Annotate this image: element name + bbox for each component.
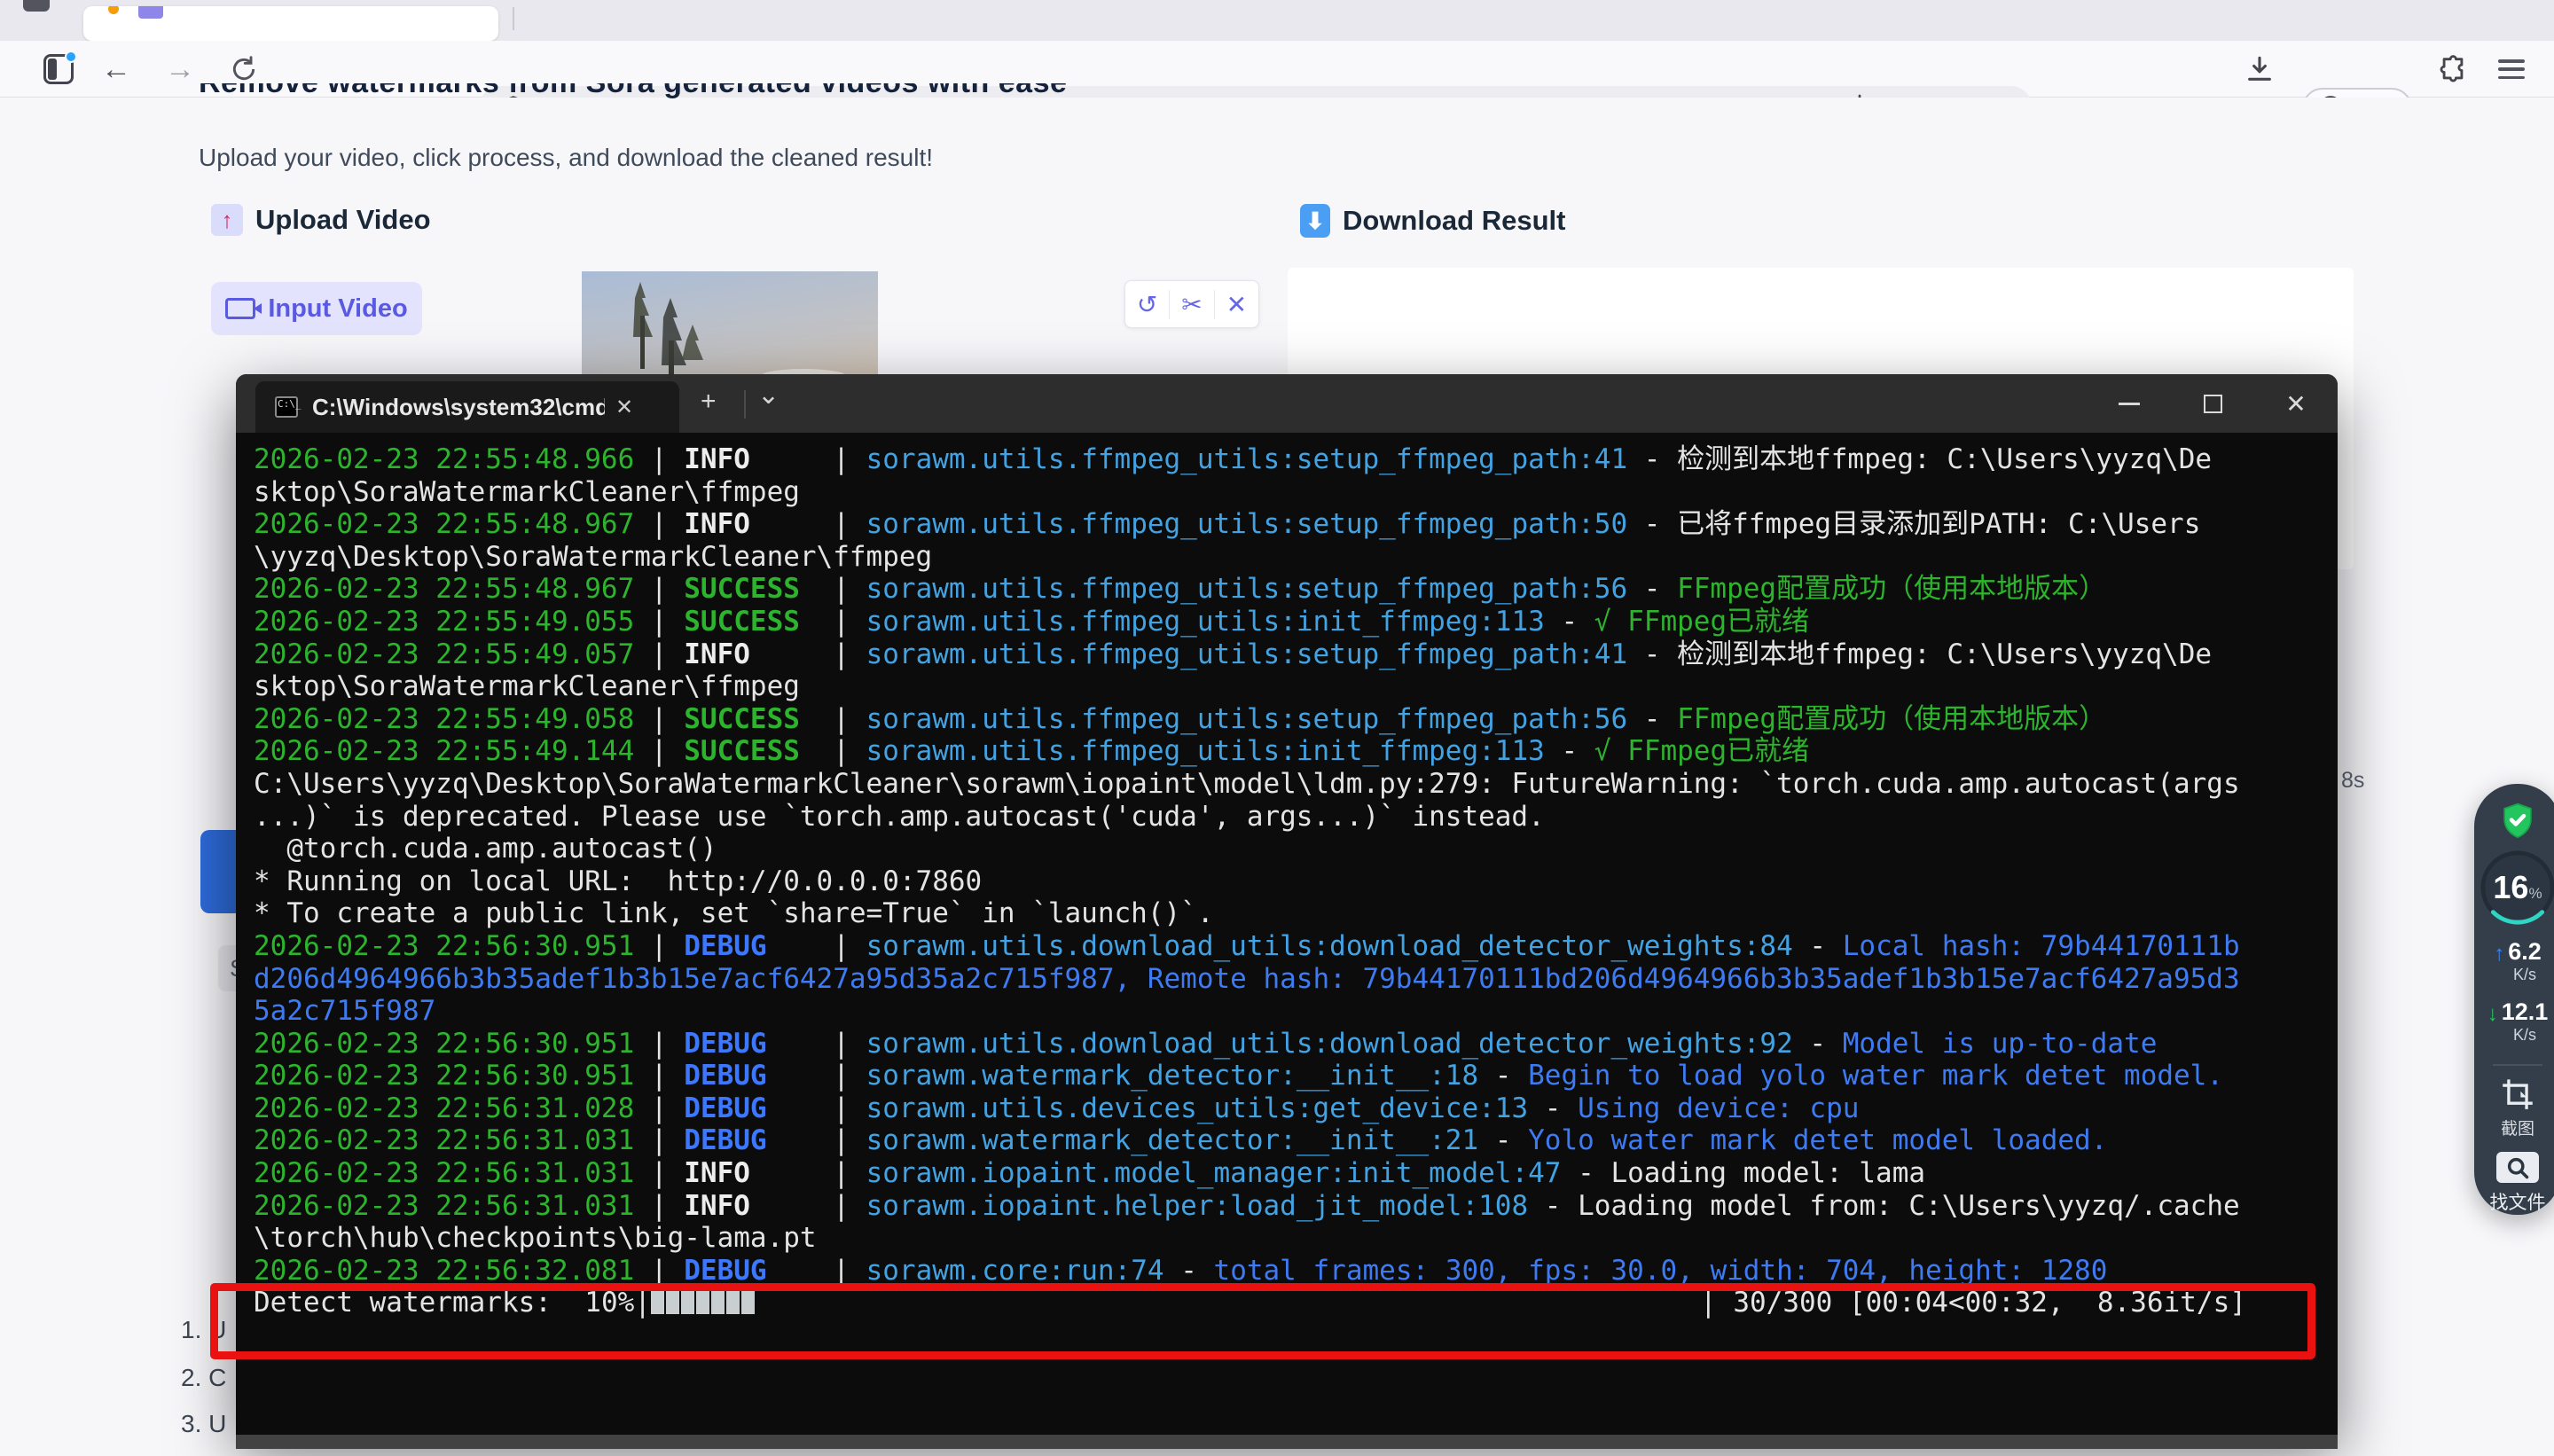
tab-favicon-dot [108, 6, 119, 14]
video-edit-toolbar: ↺ ✂ ✕ [1124, 280, 1259, 328]
highlight-box [210, 1283, 2315, 1359]
close-button[interactable]: ✕ [2254, 374, 2338, 433]
terminal-line: @torch.cuda.amp.autocast() [254, 833, 2240, 865]
terminal-line: 2026-02-23 22:55:48.967 | INFO | sorawm.… [254, 508, 2240, 541]
battery-percent: 16 [2493, 869, 2528, 905]
terminal-line: 2026-02-23 22:56:31.031 | INFO | sorawm.… [254, 1157, 2240, 1190]
terminal-line: 2026-02-23 22:56:31.031 | INFO | sorawm.… [254, 1190, 2240, 1223]
trim-button[interactable]: ✂ [1169, 290, 1213, 319]
find-file-button[interactable] [2496, 1152, 2539, 1183]
terminal-line: * Running on local URL: http://0.0.0.0:7… [254, 865, 2240, 898]
instruction-item-3: 3. U [181, 1410, 226, 1438]
window-corner-fragment [23, 0, 50, 12]
browser-tab-strip [0, 0, 2554, 41]
screenshot-label: 截图 [2501, 1115, 2534, 1139]
terminal-line: 2026-02-23 22:56:30.951 | DEBUG | sorawm… [254, 1028, 2240, 1061]
security-shield-icon [2496, 802, 2539, 839]
maximize-icon [2204, 395, 2222, 413]
back-button[interactable]: ← [85, 41, 147, 98]
page-subtitle: Upload your video, click process, and do… [199, 144, 933, 172]
clear-video-button[interactable]: ✕ [1214, 290, 1258, 319]
minimize-icon [2119, 403, 2140, 405]
tab-separator [513, 7, 514, 30]
terminal-window: C:\_ C:\Windows\system32\cmd.ex ✕ + ⌄ ✕ … [236, 374, 2338, 1435]
hamburger-icon [2498, 59, 2525, 79]
terminal-line: 2026-02-23 22:55:48.966 | INFO | sorawm.… [254, 443, 2240, 476]
terminal-line: ...)` is deprecated. Please use `torch.a… [254, 801, 2240, 834]
terminal-line: * To create a public link, set `share=Tr… [254, 897, 2240, 930]
downloads-button[interactable] [2231, 41, 2288, 98]
puzzle-icon [2438, 54, 2468, 84]
undo-button[interactable]: ↺ [1125, 290, 1169, 319]
find-file-label: 找文件 [2490, 1188, 2546, 1215]
upload-emoji-icon: ↑ [211, 204, 243, 236]
titlebar-separator [744, 390, 746, 419]
terminal-line: 2026-02-23 22:56:31.028 | DEBUG | sorawm… [254, 1092, 2240, 1125]
terminal-line: 5a2c715f987 [254, 995, 2240, 1028]
assistant-widget[interactable]: 16% ↑ 6.2K/s ↓ 12.1K/s 截图 找文件 [2474, 784, 2554, 1215]
new-tab-button[interactable]: + [701, 387, 717, 417]
sidebar-toggle-button[interactable] [32, 41, 85, 98]
down-arrow-icon: ↓ [2487, 1002, 2498, 1027]
terminal-line: 2026-02-23 22:55:49.144 | SUCCESS | sora… [254, 735, 2240, 768]
video-camera-icon [225, 298, 255, 319]
screenshot-crop-icon[interactable] [2497, 1076, 2538, 1112]
extensions-button[interactable] [2426, 41, 2480, 98]
download-icon [2245, 54, 2275, 84]
cmd-icon: C:\_ [275, 396, 298, 418]
page-title: Remove watermarks from Sora generated vi… [199, 83, 1263, 103]
terminal-line: 2026-02-23 22:56:30.951 | DEBUG | sorawm… [254, 930, 2240, 963]
back-icon: ← [101, 54, 131, 84]
terminal-line: 2026-02-23 22:55:49.058 | SUCCESS | sora… [254, 703, 2240, 736]
browser-tab[interactable] [83, 6, 498, 41]
reload-icon [230, 55, 258, 83]
terminal-line: \torch\hub\checkpoints\big-lama.pt [254, 1222, 2240, 1255]
terminal-line: d206d4964966b3b35adef1b3b15e7acf6427a95d… [254, 963, 2240, 996]
notification-dot [65, 51, 77, 63]
tab-dropdown-button[interactable]: ⌄ [757, 380, 780, 411]
terminal-line: \yyzq\Desktop\SoraWatermarkCleaner\ffmpe… [254, 541, 2240, 574]
minimize-button[interactable] [2088, 374, 2171, 433]
input-video-label: Input Video [211, 282, 422, 335]
instruction-item-2: 2. C [181, 1364, 226, 1392]
terminal-line: 2026-02-23 22:55:49.057 | INFO | sorawm.… [254, 638, 2240, 671]
terminal-titlebar[interactable]: C:\_ C:\Windows\system32\cmd.ex ✕ + ⌄ ✕ [236, 374, 2338, 433]
magnifier-icon [2505, 1155, 2530, 1180]
terminal-line: C:\Users\yyzq\Desktop\SoraWatermarkClean… [254, 768, 2240, 801]
sidebar-icon [43, 54, 74, 84]
terminal-bottom-edge [236, 1435, 2338, 1449]
terminal-line: 2026-02-23 22:56:32.081 | DEBUG | sorawm… [254, 1255, 2240, 1288]
terminal-output: 2026-02-23 22:55:48.966 | INFO | sorawm.… [254, 443, 2240, 1319]
terminal-line: 2026-02-23 22:55:48.967 | SUCCESS | sora… [254, 573, 2240, 606]
upload-section-title: ↑ Upload Video [211, 204, 431, 236]
download-emoji-icon: ⬇ [1300, 204, 1330, 238]
terminal-line: sktop\SoraWatermarkCleaner\ffmpeg [254, 670, 2240, 703]
widget-divider [2493, 1064, 2542, 1066]
process-button-fragment[interactable] [200, 830, 238, 913]
terminal-line: sktop\SoraWatermarkCleaner\ffmpeg [254, 476, 2240, 509]
menu-button[interactable] [2483, 41, 2540, 98]
terminal-line: 2026-02-23 22:56:31.031 | DEBUG | sorawm… [254, 1124, 2240, 1157]
tab-favicon-icon [138, 6, 163, 19]
upload-speed: ↑ 6.2K/s [2494, 940, 2542, 986]
download-section-title: ⬇ Download Result [1300, 204, 1565, 238]
terminal-line: 2026-02-23 22:56:30.951 | DEBUG | sorawm… [254, 1060, 2240, 1092]
up-arrow-icon: ↑ [2494, 942, 2504, 967]
terminal-tab-title: C:\Windows\system32\cmd.ex [312, 394, 605, 421]
close-icon: ✕ [2285, 389, 2306, 419]
forward-icon: → [165, 54, 195, 84]
terminal-line: 2026-02-23 22:55:49.055 | SUCCESS | sora… [254, 606, 2240, 638]
maximize-button[interactable] [2171, 374, 2254, 433]
download-speed: ↓ 12.1K/s [2487, 1000, 2549, 1046]
timing-text: 8s [2341, 768, 2364, 794]
battery-gauge[interactable]: 16% [2480, 849, 2554, 926]
tab-close-icon[interactable]: ✕ [615, 395, 633, 420]
terminal-tab[interactable]: C:\_ C:\Windows\system32\cmd.ex ✕ [255, 381, 679, 433]
